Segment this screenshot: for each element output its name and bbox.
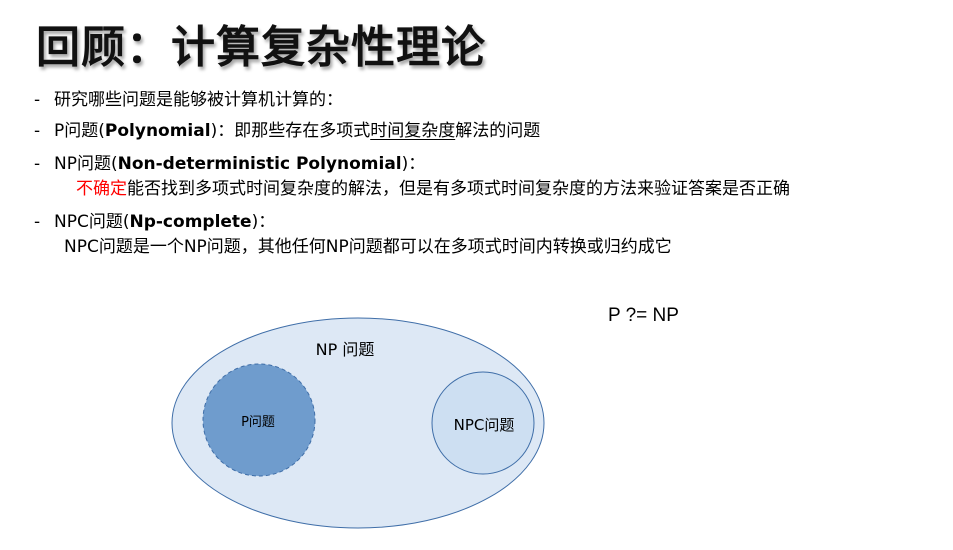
- bullet-computability: - 研究哪些问题是能够被计算机计算的：: [34, 88, 343, 112]
- bullet-middle: )：即那些存在多项式: [210, 121, 371, 141]
- np-region: [171, 317, 545, 529]
- bullet-np-problem: - NP问题(Non-deterministic Polynomial)：: [34, 152, 425, 176]
- slide: 回顾：计算复杂性理论 - 研究哪些问题是能够被计算机计算的： - P问题(Polyn…: [0, 0, 953, 550]
- np-label: NP 问题: [316, 340, 375, 359]
- bullet-npc-problem: - NPC问题(Np-complete)：: [34, 210, 275, 234]
- bullet-detail: NPC问题是一个NP问题，其他任何NP问题都可以在多项式时间内转换或归约成它: [64, 237, 672, 257]
- slide-title: 回顾：计算复杂性理论: [36, 22, 486, 73]
- p-region: [202, 363, 316, 477]
- bullet-prefix: NPC问题(: [54, 212, 130, 232]
- bullet-detail-rest: 能否找到多项式时间复杂度的解法，但是有多项式时间复杂度的方法来验证答案是否正确: [127, 179, 790, 199]
- npc-region: [431, 371, 535, 475]
- p-label: P问题: [241, 415, 275, 430]
- bullet-dash: -: [34, 121, 41, 141]
- bullet-suffix: )：: [401, 154, 426, 174]
- bullet-term: Non-deterministic Polynomial: [117, 154, 402, 174]
- bullet-term: Np-complete: [129, 212, 252, 232]
- npc-label: NPC问题: [454, 416, 515, 434]
- bullet-npc-detail: NPC问题是一个NP问题，其他任何NP问题都可以在多项式时间内转换或归约成它: [64, 235, 672, 259]
- bullet-prefix: NP问题(: [54, 154, 118, 174]
- complexity-diagram: NP 问题 P问题 NPC问题: [171, 317, 545, 529]
- bullet-suffix: 解法的问题: [455, 121, 541, 141]
- bullet-dash: -: [34, 90, 41, 110]
- bullet-dash: -: [34, 212, 41, 232]
- bullet-term: Polynomial: [104, 121, 211, 141]
- bullet-text: 研究哪些问题是能够被计算机计算的：: [54, 90, 343, 110]
- bullet-dash: -: [34, 154, 41, 174]
- bullet-detail-red: 不确定: [76, 179, 127, 199]
- bullet-prefix: P问题(: [54, 121, 105, 141]
- p-vs-np-formula: P ?= NP: [608, 305, 679, 326]
- bullet-np-detail: 不确定能否找到多项式时间复杂度的解法，但是有多项式时间复杂度的方法来验证答案是否…: [76, 177, 790, 201]
- bullet-suffix: )：: [251, 212, 276, 232]
- bullet-p-problem: - P问题(Polynomial)：即那些存在多项式时间复杂度解法的问题: [34, 119, 540, 143]
- bullet-underlined: 时间复杂度: [370, 121, 456, 141]
